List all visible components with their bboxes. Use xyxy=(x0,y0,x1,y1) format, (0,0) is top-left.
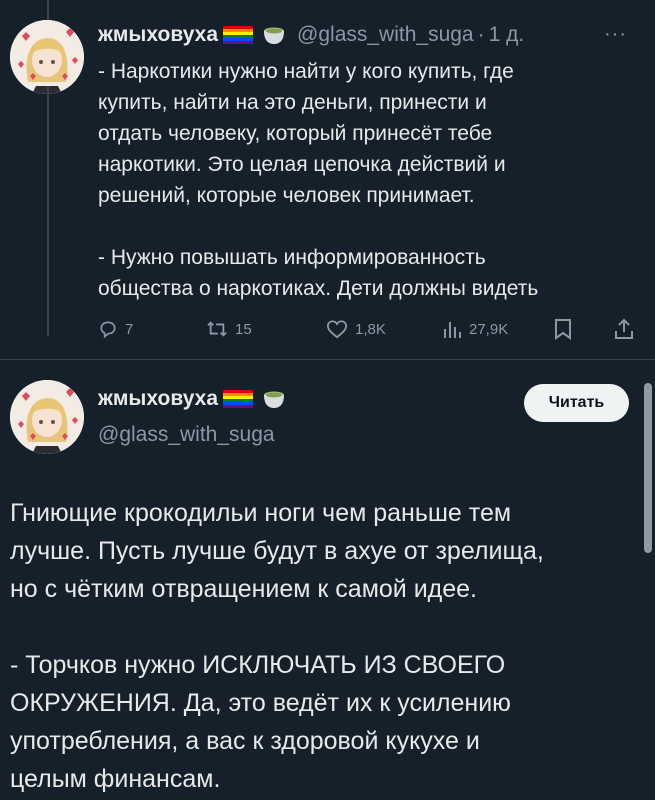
tweet-line: решений, которые человек принимает. xyxy=(98,184,475,207)
bookmark-icon xyxy=(554,318,572,340)
timestamp[interactable]: 1 д. xyxy=(489,23,525,47)
scrollbar[interactable] xyxy=(644,383,652,553)
tweet-line: наркотики. Это целая цепочка действий и xyxy=(98,153,506,176)
author-name[interactable]: жмыховуха xyxy=(98,23,218,47)
avatar[interactable] xyxy=(10,20,84,94)
tweet-header: жмыховуха xyxy=(98,387,287,411)
tweet-line: - Нужно повышать информированность xyxy=(98,246,486,269)
retweet-count: 15 xyxy=(235,320,252,338)
heart-icon xyxy=(326,319,348,339)
rainbow-flag-icon xyxy=(223,389,254,409)
like-count: 1,8K xyxy=(355,320,386,338)
tweet-line: но с чётким отвращением к самой идее. xyxy=(10,575,478,603)
timeline: жмыховуха @glass_with_suga · 1 д. ··· - … xyxy=(0,0,655,800)
views-button[interactable]: 27,9K xyxy=(442,314,508,344)
tweet-text: Гниющие крокодильи ноги чем раньше тем л… xyxy=(10,494,635,798)
tweet-line: отдать человеку, который принесёт тебе xyxy=(98,122,493,145)
author-handle[interactable]: @glass_with_suga xyxy=(98,423,275,447)
tweet-line: целым финансам. xyxy=(10,765,221,793)
reply-count: 7 xyxy=(125,320,134,338)
share-button[interactable] xyxy=(613,314,635,344)
follow-button[interactable]: Читать xyxy=(524,384,629,422)
tweet-line: - Торчков нужно ИСКЛЮЧАТЬ ИЗ СВОЕГО xyxy=(10,651,506,679)
tweet-line: лучше. Пусть лучше будут в ахуе от зрели… xyxy=(10,537,544,565)
thread-connector xyxy=(47,86,49,336)
tweet-divider xyxy=(0,359,655,360)
tea-cup-icon xyxy=(261,24,287,46)
rainbow-flag-icon xyxy=(223,25,254,45)
views-icon xyxy=(442,319,462,339)
tweet-text: - Наркотики нужно найти у кого купить, г… xyxy=(98,56,638,304)
views-count: 27,9K xyxy=(469,320,509,338)
tweet-actions: 7 15 1,8K 27,9K xyxy=(98,314,640,344)
tweet-header: жмыховуха @glass_with_suga · 1 д. xyxy=(98,23,524,47)
reply-icon xyxy=(98,319,118,339)
bookmark-button[interactable] xyxy=(554,314,572,344)
tea-cup-icon xyxy=(261,388,287,410)
thread-connector-top xyxy=(47,0,49,20)
reply-button[interactable]: 7 xyxy=(98,314,133,344)
tweet-line: общества о наркотиках. Дети должны видет… xyxy=(98,277,539,300)
more-options-icon[interactable]: ··· xyxy=(604,24,627,44)
tweet-line: употребления, а вас к здоровой кукухе и xyxy=(10,727,480,755)
share-icon xyxy=(613,318,635,340)
avatar[interactable] xyxy=(10,380,84,454)
tweet-line: - Наркотики нужно найти у кого купить, г… xyxy=(98,60,514,83)
author-name[interactable]: жмыховуха xyxy=(98,387,218,411)
author-handle[interactable]: @glass_with_suga xyxy=(297,23,474,47)
like-button[interactable]: 1,8K xyxy=(326,314,386,344)
retweet-icon xyxy=(206,319,228,339)
retweet-button[interactable]: 15 xyxy=(206,314,252,344)
tweet-line: купить, найти на это деньги, принести и xyxy=(98,91,487,114)
separator-dot: · xyxy=(477,23,485,46)
tweet-line: ОКРУЖЕНИЯ. Да, это ведёт их к усилению xyxy=(10,689,511,717)
tweet-line: Гниющие крокодильи ноги чем раньше тем xyxy=(10,499,512,527)
